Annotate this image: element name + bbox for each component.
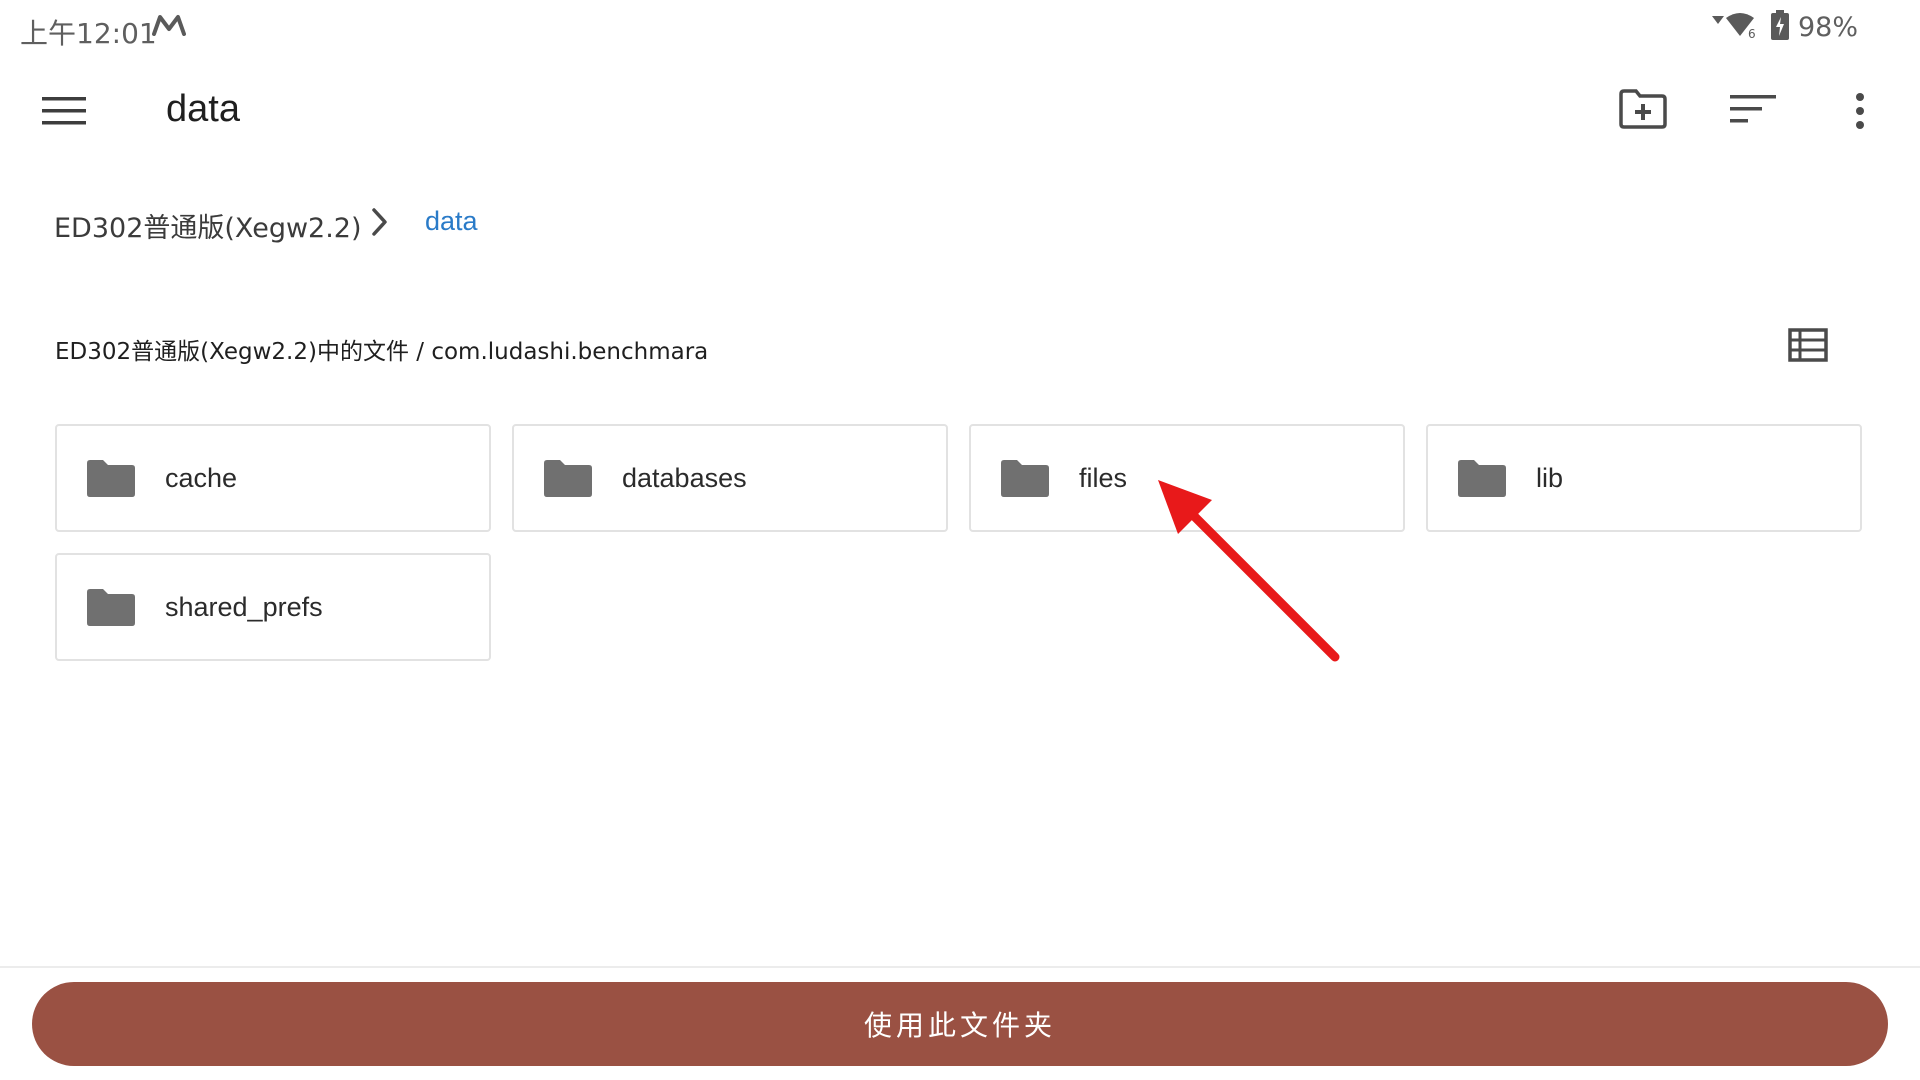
- more-vert-icon: [1856, 93, 1864, 129]
- new-folder-icon: [1619, 89, 1667, 129]
- m-logo-icon: [152, 14, 186, 41]
- folder-name: files: [1079, 462, 1128, 493]
- path-header: ED302普通版(Xegw2.2)中的文件 / com.ludashi.benc…: [55, 339, 709, 365]
- folder-icon: [1458, 458, 1506, 498]
- folder-item-shared-prefs[interactable]: shared_prefs: [55, 553, 491, 661]
- svg-text:6: 6: [1748, 27, 1756, 40]
- folder-icon: [544, 458, 592, 498]
- bottom-divider: [0, 966, 1920, 968]
- wifi-icon: 6: [1710, 10, 1762, 45]
- status-time: 上午12:01: [20, 17, 157, 50]
- battery-percent: 98%: [1797, 12, 1858, 43]
- folder-name: lib: [1536, 462, 1564, 493]
- more-options-button[interactable]: [1852, 92, 1868, 137]
- view-toggle-button[interactable]: [1788, 328, 1828, 367]
- battery-charging-icon: [1770, 10, 1790, 45]
- list-view-icon: [1788, 328, 1828, 362]
- folder-icon: [1001, 458, 1049, 498]
- menu-button[interactable]: [42, 95, 86, 127]
- folder-name: databases: [622, 462, 747, 493]
- new-folder-button[interactable]: [1618, 88, 1668, 135]
- status-icons: 6 98%: [1710, 10, 1858, 45]
- hamburger-icon: [42, 97, 86, 125]
- breadcrumb-current[interactable]: data: [425, 206, 478, 237]
- folder-name: shared_prefs: [165, 591, 323, 622]
- sort-button[interactable]: [1730, 94, 1776, 131]
- chevron-right-icon: [370, 207, 390, 242]
- breadcrumb-root[interactable]: ED302普通版(Xegw2.2): [54, 206, 362, 245]
- page-title: data: [166, 88, 240, 130]
- use-this-folder-button[interactable]: 使用此文件夹: [32, 982, 1888, 1066]
- sort-icon: [1730, 95, 1776, 123]
- folder-item-lib[interactable]: lib: [1426, 424, 1862, 532]
- annotation-arrow-icon: [1140, 470, 1350, 675]
- folder-item-cache[interactable]: cache: [55, 424, 491, 532]
- folder-item-databases[interactable]: databases: [512, 424, 948, 532]
- folder-icon: [87, 458, 135, 498]
- folder-name: cache: [165, 462, 238, 493]
- folder-icon: [87, 587, 135, 627]
